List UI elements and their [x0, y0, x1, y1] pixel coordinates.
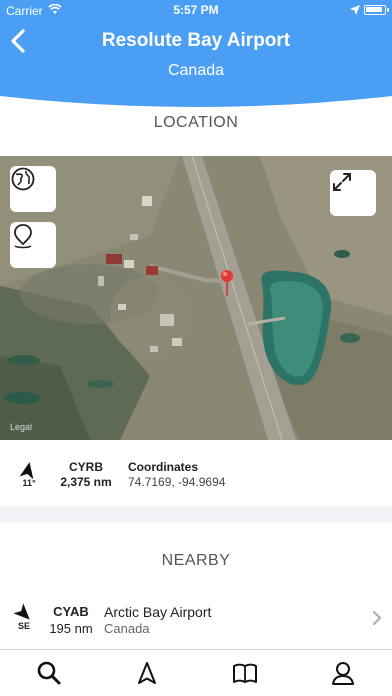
globe-button[interactable] [10, 166, 56, 212]
satellite-map[interactable]: Legal [0, 156, 392, 440]
heading-degrees: 11° [22, 478, 36, 488]
nearby-country: Canada [104, 621, 150, 636]
airport-code: CYRB [68, 460, 103, 474]
tab-bar [0, 649, 392, 696]
search-icon [37, 661, 61, 685]
page-title: Resolute Bay Airport [101, 30, 291, 51]
section-divider [0, 506, 392, 522]
nearby-direction: SE [17, 621, 30, 631]
status-bar: Carrier 5:57 PM [0, 0, 392, 20]
chevron-right-icon [372, 610, 382, 631]
location-services-icon [350, 4, 360, 18]
expand-icon [333, 173, 351, 191]
battery-icon [364, 5, 389, 15]
navigation-arrow-icon [138, 662, 156, 684]
tab-search[interactable] [36, 660, 62, 686]
profile-icon [332, 662, 354, 685]
expand-map-button[interactable] [330, 170, 376, 216]
status-time: 5:57 PM [173, 3, 219, 17]
coordinates-value: 74.7169, -94.9694 [128, 475, 226, 489]
tab-navigation[interactable] [134, 660, 160, 686]
nearby-airport-row[interactable]: SE CYAB 195 nm Arctic Bay Airport Canada [0, 596, 392, 642]
nearby-section-label: NEARBY [161, 552, 231, 569]
tab-profile[interactable] [330, 660, 356, 686]
page-subtitle: Canada [167, 62, 225, 79]
location-pin-icon [14, 224, 32, 249]
map-legal-link[interactable]: Legal [10, 422, 32, 432]
map-icon [233, 663, 257, 683]
tab-map[interactable] [232, 660, 258, 686]
nearby-code: CYAB [53, 604, 89, 619]
coordinates-label: Coordinates [128, 460, 199, 474]
nearby-distance: 195 nm [49, 621, 93, 636]
location-pin-button[interactable] [10, 222, 56, 268]
airport-distance: 2,375 nm [60, 475, 112, 489]
globe-icon [11, 167, 35, 191]
nearby-name: Arctic Bay Airport [104, 604, 212, 620]
header: Carrier 5:57 PM Resolute Bay Airport Can… [0, 0, 392, 108]
airport-info-row: 11° CYRB 2,375 nm Coordinates 74.7169, -… [0, 440, 392, 506]
location-section-label: LOCATION [153, 114, 239, 131]
